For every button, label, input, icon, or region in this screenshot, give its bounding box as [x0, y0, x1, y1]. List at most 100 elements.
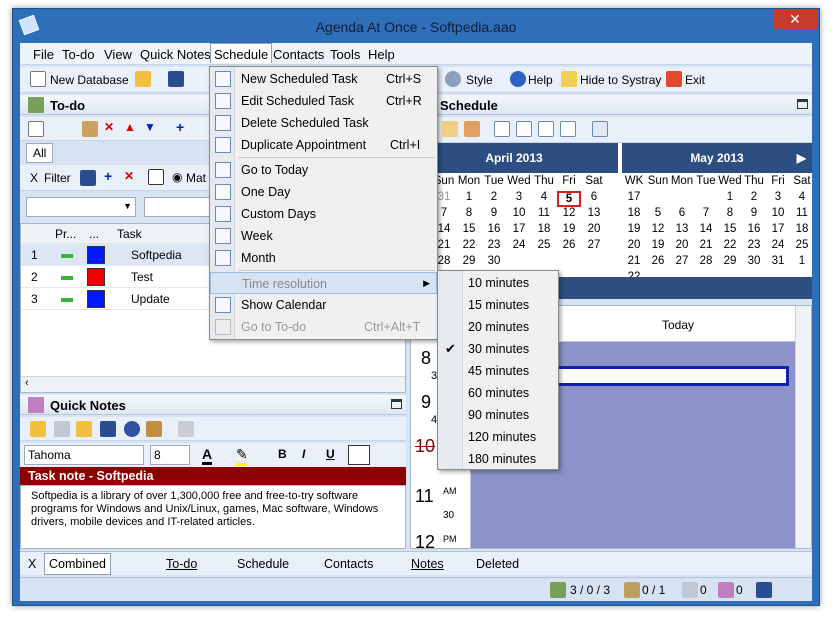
tab-notes[interactable]: Notes: [411, 557, 444, 571]
filter-field-dropdown[interactable]: ▼: [26, 197, 136, 217]
calendar-day[interactable]: 22: [718, 239, 742, 251]
delete-appointment-icon[interactable]: [464, 121, 480, 137]
hide-to-systray-button[interactable]: Hide to Systray: [580, 73, 661, 87]
filter-options-icon[interactable]: [148, 169, 164, 185]
menu-help[interactable]: Help: [368, 47, 395, 62]
col-task[interactable]: Task: [117, 227, 142, 241]
day-view-scrollbar[interactable]: [795, 306, 811, 548]
menu-week[interactable]: Week: [210, 225, 437, 247]
menu-edit-scheduled-task[interactable]: Edit Scheduled Task Ctrl+R: [210, 90, 437, 112]
submenu-item[interactable]: 60 minutes: [438, 382, 558, 404]
clock-icon[interactable]: [124, 421, 140, 437]
month-view-icon[interactable]: [560, 121, 576, 137]
menu-contacts[interactable]: Contacts: [273, 47, 324, 62]
exit-button[interactable]: Exit: [685, 73, 705, 87]
calendar-day[interactable]: 7: [694, 207, 718, 219]
menu-go-to-today[interactable]: Go to Today: [210, 159, 437, 181]
calendar-day[interactable]: 1: [718, 191, 742, 203]
help-button[interactable]: Help: [528, 73, 553, 87]
calendar-day[interactable]: 15: [718, 223, 742, 235]
edit-appointment-icon[interactable]: [442, 121, 458, 137]
menu-custom-days[interactable]: Custom Days: [210, 203, 437, 225]
submenu-item[interactable]: 10 minutes: [438, 272, 558, 294]
save-filter-icon[interactable]: [80, 170, 96, 186]
calendar-day[interactable]: 5: [557, 191, 581, 207]
calendar-day[interactable]: 10: [766, 207, 790, 219]
col-color[interactable]: ...: [89, 227, 99, 241]
week-view-icon[interactable]: [538, 121, 554, 137]
calendar-day[interactable]: 3: [766, 191, 790, 203]
align-icon[interactable]: [348, 445, 370, 465]
show-calendar-icon[interactable]: [592, 121, 608, 137]
day-view-icon[interactable]: [494, 121, 510, 137]
calendar-day[interactable]: 11: [532, 207, 556, 219]
calendar-day[interactable]: 29: [457, 255, 481, 267]
color-swatch[interactable]: [87, 290, 105, 308]
font-color-icon[interactable]: A: [202, 446, 213, 465]
calendar-day[interactable]: 8: [457, 207, 481, 219]
calendar-day[interactable]: 10: [507, 207, 531, 219]
submenu-item[interactable]: 15 minutes: [438, 294, 558, 316]
maximize-notes-icon[interactable]: [391, 399, 402, 409]
calendar-day[interactable]: 19: [646, 239, 670, 251]
menu-quick-notes[interactable]: Quick Notes: [140, 47, 211, 62]
custom-days-icon[interactable]: [516, 121, 532, 137]
calendar-day[interactable]: 26: [646, 255, 670, 267]
calendar-day[interactable]: 9: [482, 207, 506, 219]
highlight-icon[interactable]: ✎: [236, 446, 248, 466]
attach-icon[interactable]: [146, 421, 162, 437]
tab-schedule[interactable]: Schedule: [237, 557, 289, 571]
color-swatch[interactable]: [87, 268, 105, 286]
calendar-day[interactable]: 25: [790, 239, 814, 251]
new-task-icon[interactable]: [28, 121, 44, 137]
add-filter-icon[interactable]: +: [104, 168, 112, 184]
copy-note-icon[interactable]: [54, 421, 70, 437]
calendar-day[interactable]: 18: [532, 223, 556, 235]
todo-hscrollbar[interactable]: ‹: [21, 376, 405, 392]
bold-button[interactable]: B: [278, 447, 287, 461]
calendar-day[interactable]: 5: [646, 207, 670, 219]
menu-go-to-todo[interactable]: Go to To-do Ctrl+Alt+T: [210, 316, 437, 338]
close-filter-icon[interactable]: X: [30, 171, 38, 185]
calendar-day[interactable]: 1: [790, 255, 814, 267]
calendar-day[interactable]: 19: [557, 223, 581, 235]
calendar-day[interactable]: 31: [766, 255, 790, 267]
close-tabs-icon[interactable]: X: [28, 557, 36, 571]
back-icon[interactable]: [178, 421, 194, 437]
delete-task-icon[interactable]: ✕: [104, 120, 114, 134]
calendar-day[interactable]: 6: [670, 207, 694, 219]
menu-todo[interactable]: To-do: [62, 47, 95, 62]
menu-file[interactable]: File: [33, 47, 54, 62]
edit-task-icon[interactable]: [82, 121, 98, 137]
menu-tools[interactable]: Tools: [330, 47, 360, 62]
submenu-item[interactable]: 180 minutes: [438, 448, 558, 470]
new-note-icon[interactable]: [30, 421, 46, 437]
next-month-icon[interactable]: ▶: [797, 143, 806, 173]
calendar-day[interactable]: 2: [742, 191, 766, 203]
calendar-day[interactable]: 27: [582, 239, 606, 251]
menu-time-resolution[interactable]: Time resolution ▶: [210, 272, 437, 294]
calendar-day[interactable]: 17: [507, 223, 531, 235]
submenu-item[interactable]: 20 minutes: [438, 316, 558, 338]
calendar-day[interactable]: 29: [718, 255, 742, 267]
menu-new-scheduled-task[interactable]: New Scheduled Task Ctrl+S: [210, 68, 437, 90]
italic-button[interactable]: I: [302, 447, 305, 461]
size-select[interactable]: 8: [150, 445, 190, 465]
underline-button[interactable]: U: [326, 447, 335, 461]
open-folder-icon[interactable]: [135, 71, 151, 87]
tab-combined[interactable]: Combined: [44, 553, 111, 575]
close-window-button[interactable]: ✕: [773, 9, 817, 29]
menu-one-day[interactable]: One Day: [210, 181, 437, 203]
note-body[interactable]: Softpedia is a library of over 1,300,000…: [20, 485, 406, 549]
font-select[interactable]: Tahoma: [24, 445, 144, 465]
calendar-day[interactable]: 3: [507, 191, 531, 203]
menu-duplicate-appointment[interactable]: Duplicate Appointment Ctrl+I: [210, 134, 437, 156]
new-database-button[interactable]: New Database: [50, 73, 129, 87]
calendar-day[interactable]: 4: [532, 191, 556, 203]
calendar-day[interactable]: 26: [557, 239, 581, 251]
calendar-day[interactable]: 24: [507, 239, 531, 251]
calendar-day[interactable]: 1: [457, 191, 481, 203]
calendar-day[interactable]: 12: [646, 223, 670, 235]
calendar-day[interactable]: 22: [457, 239, 481, 251]
menu-month[interactable]: Month: [210, 247, 437, 269]
